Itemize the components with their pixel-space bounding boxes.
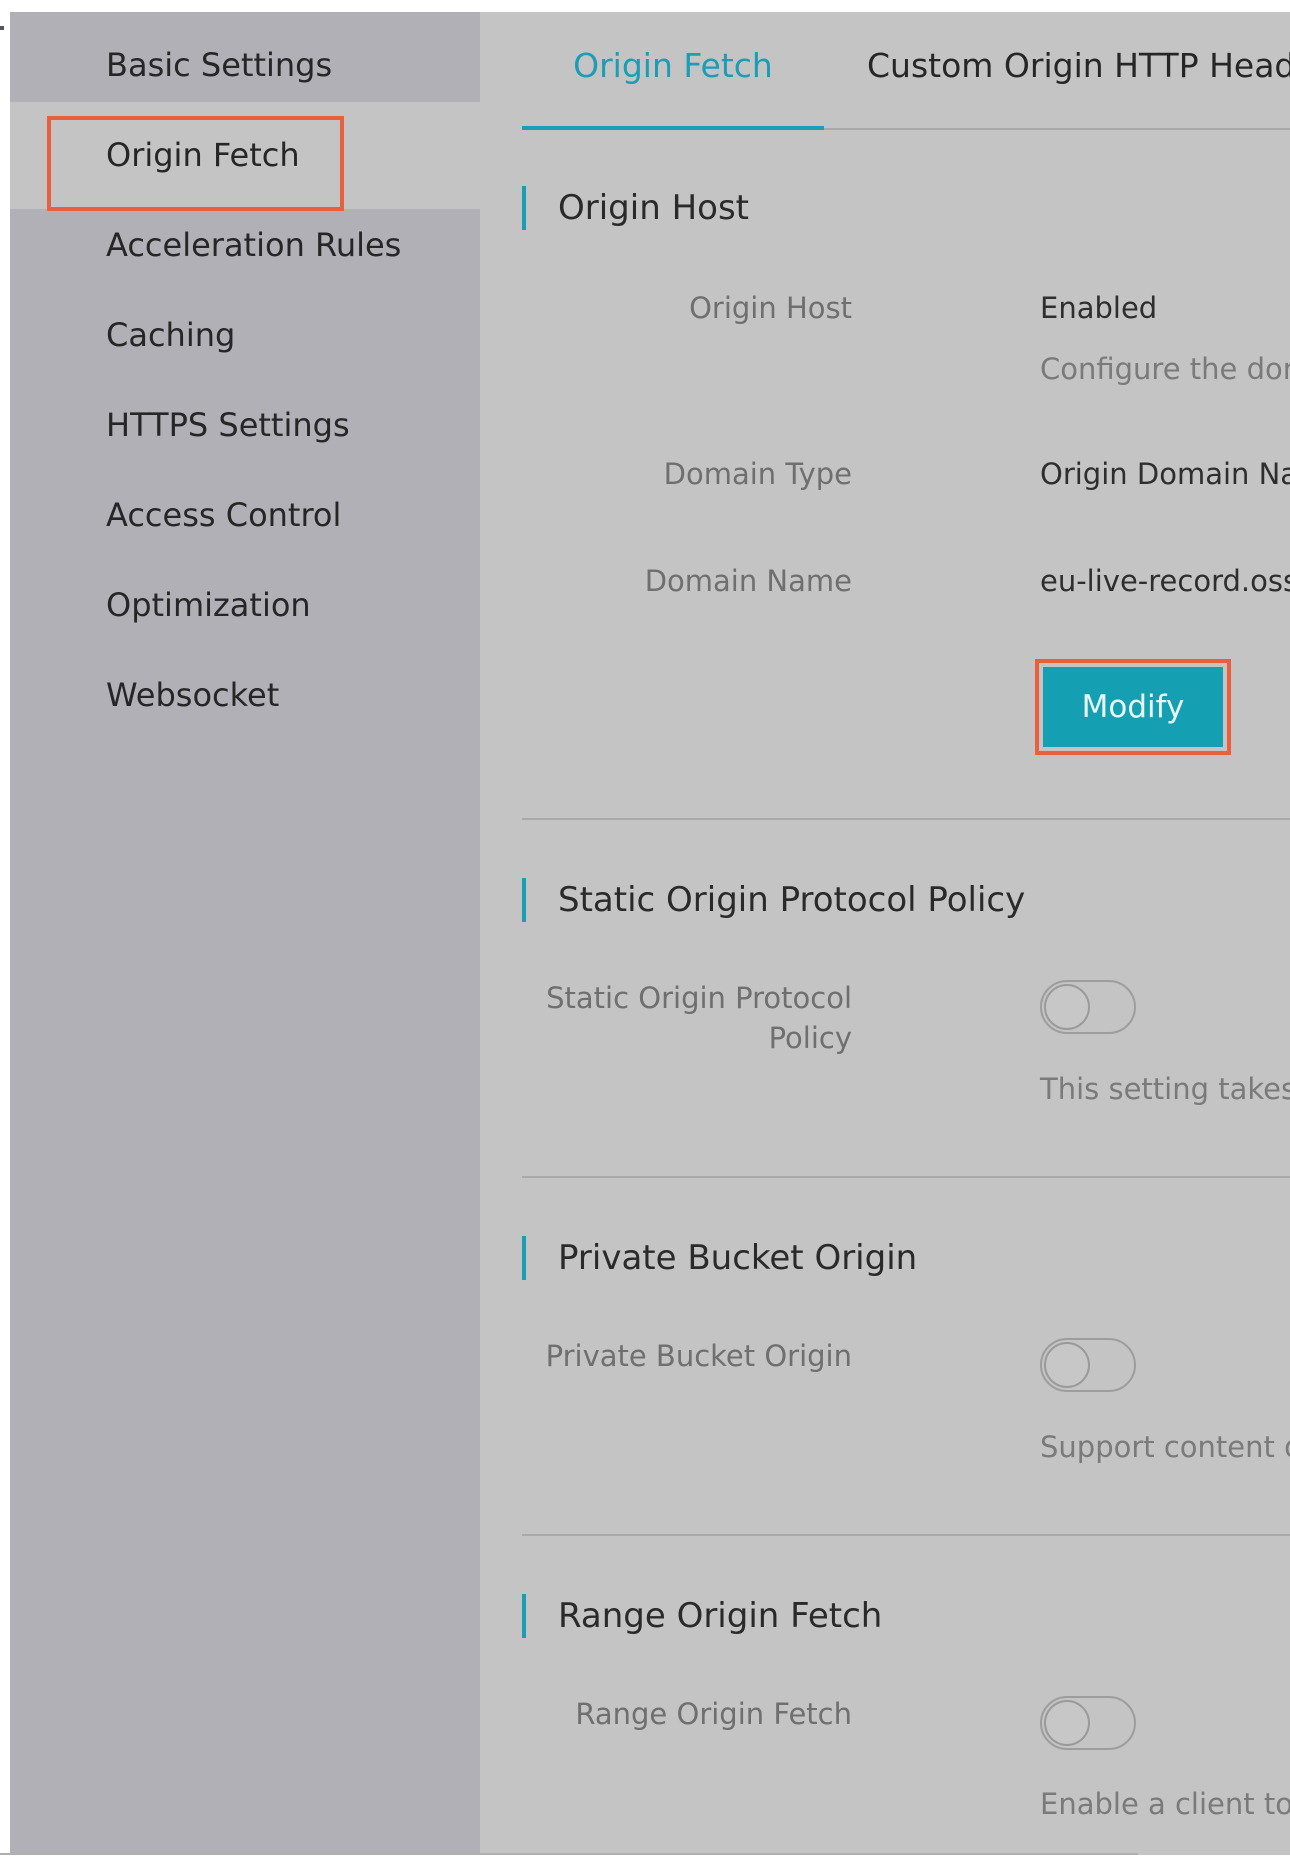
static-origin-hint: This setting takes e [1040,1072,1290,1106]
main-content: Origin Fetch Custom Origin HTTP Head Ori… [480,12,1290,1855]
origin-host-value: Enabled [1040,291,1158,325]
tab-custom-origin-http-header[interactable]: Custom Origin HTTP Head [867,12,1290,128]
static-origin-label-line2: Policy [768,1021,852,1055]
range-origin-label: Range Origin Fetch [575,1697,852,1731]
modify-button[interactable]: Modify [1043,667,1223,747]
console-frame: Basic Settings Origin Fetch Acceleration… [10,12,1290,1855]
static-origin-toggle[interactable] [1040,980,1136,1034]
sidebar: Basic Settings Origin Fetch Acceleration… [10,12,480,1855]
corner-mark [0,26,4,30]
static-origin-label: Static Origin Protocol Policy [522,978,852,1058]
toggle-knob [1044,1700,1090,1746]
origin-host-label: Origin Host [689,291,852,325]
tab-origin-fetch[interactable]: Origin Fetch [522,12,824,130]
toggle-knob [1044,984,1090,1030]
sidebar-item-websocket[interactable]: Websocket [10,642,480,749]
range-origin-toggle[interactable] [1040,1696,1136,1750]
section-title-origin-host: Origin Host [522,186,749,230]
domain-name-label: Domain Name [644,564,852,598]
section-divider [522,1534,1290,1536]
modify-highlight-box: Modify [1035,659,1231,755]
domain-type-value: Origin Domain Nam [1040,457,1290,491]
section-title-private-bucket-origin: Private Bucket Origin [522,1236,917,1280]
private-bucket-hint: Support content de [1040,1430,1290,1464]
section-title-range-origin-fetch: Range Origin Fetch [522,1594,882,1638]
static-origin-label-line1: Static Origin Protocol [546,981,852,1015]
domain-name-value: eu-live-record.oss-e [1040,564,1290,598]
bottom-border [0,1853,1138,1855]
section-divider [522,818,1290,820]
origin-host-hint: Configure the dom [1040,352,1290,386]
section-divider [522,1176,1290,1178]
domain-type-label: Domain Type [663,457,852,491]
toggle-knob [1044,1342,1090,1388]
range-origin-hint: Enable a client to n [1040,1787,1290,1821]
private-bucket-toggle[interactable] [1040,1338,1136,1392]
private-bucket-label: Private Bucket Origin [545,1339,852,1373]
tab-bar: Origin Fetch Custom Origin HTTP Head [522,12,1290,130]
section-title-static-origin-protocol-policy: Static Origin Protocol Policy [522,878,1025,922]
